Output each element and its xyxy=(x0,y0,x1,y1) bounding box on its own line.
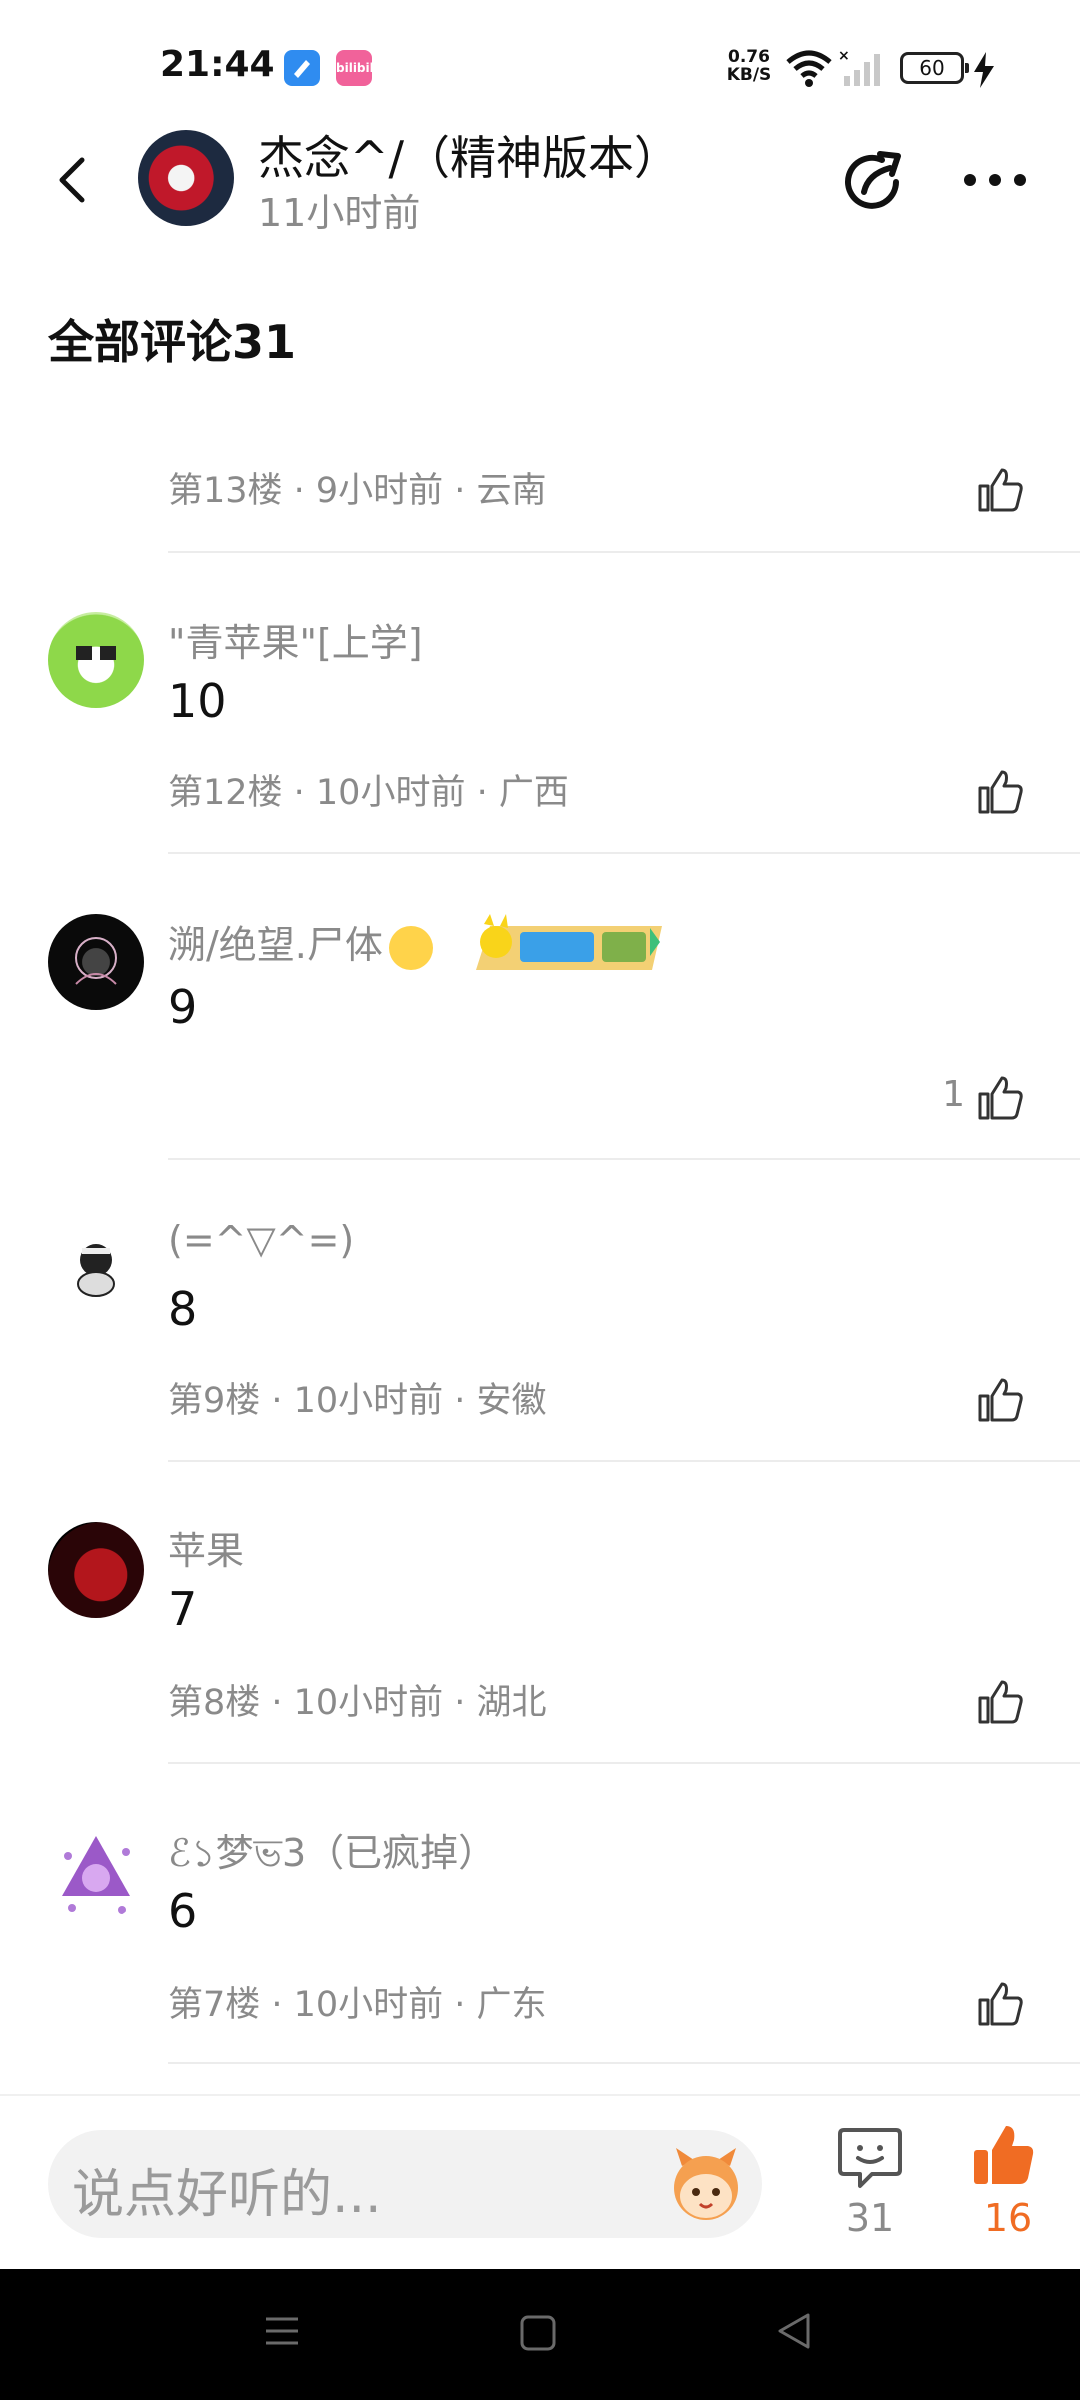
divider xyxy=(168,2062,1080,2064)
commenter-name[interactable]: "青苹果"[上学] xyxy=(168,612,423,667)
author-avatar[interactable] xyxy=(138,130,234,226)
back-triangle-icon xyxy=(778,2313,810,2349)
charging-icon xyxy=(972,50,996,94)
comment-bubble-icon xyxy=(838,2128,902,2188)
like-post-button[interactable] xyxy=(972,2122,1036,2188)
system-navigation-bar xyxy=(0,2269,1080,2400)
commenter-avatar[interactable] xyxy=(48,1224,144,1320)
comment-like-button[interactable] xyxy=(976,464,1026,514)
system-back-button[interactable] xyxy=(774,2311,814,2355)
comment-item: 第13楼 · 9小时前 · 云南 xyxy=(0,440,1080,554)
thumbs-up-icon xyxy=(978,1378,1023,1422)
back-button[interactable] xyxy=(44,150,104,210)
wifi-icon xyxy=(784,48,834,92)
thumbs-up-icon xyxy=(978,1076,1023,1120)
comment-text: 10 xyxy=(168,674,227,728)
recent-apps-button[interactable] xyxy=(262,2311,302,2355)
comment-like-button[interactable] xyxy=(976,1374,1026,1424)
commenter-avatar[interactable] xyxy=(48,914,144,1010)
comment-text: 8 xyxy=(168,1282,198,1336)
comment-like-button[interactable] xyxy=(976,1978,1026,2028)
home-square-icon xyxy=(520,2315,556,2351)
comment-meta: 第13楼 · 9小时前 · 云南 xyxy=(168,471,547,511)
post-header: 杰念^/（精神版本） 11小时前 xyxy=(0,120,1080,240)
commenter-name[interactable]: 苹果 xyxy=(168,1520,244,1575)
comment-count: 31 xyxy=(845,2196,895,2240)
divider xyxy=(168,1158,1080,1160)
comment-text: 7 xyxy=(168,1582,198,1636)
status-bar: 21:44 bilibili 0.76 KB/S × 60 xyxy=(0,0,1080,130)
svg-text:×: × xyxy=(838,48,850,64)
comment-like-button[interactable] xyxy=(976,1072,1026,1122)
comment-item: "青苹果"[上学] 10 第12楼 · 10小时前 · 广西 xyxy=(0,604,1080,854)
comment-meta: 第8楼 · 10小时前 · 湖北 xyxy=(168,1683,547,1723)
commenter-avatar[interactable] xyxy=(48,1826,144,1922)
network-speed: 0.76 KB/S xyxy=(726,47,772,85)
comment-meta: 第7楼 · 10小时前 · 广东 xyxy=(168,1985,547,2025)
comment-input-placeholder: 说点好听的... xyxy=(72,2165,382,2225)
bilibili-icon: bilibili xyxy=(336,50,378,86)
comment-item: 溯/绝望.尸体 9 1 xyxy=(0,908,1080,1160)
comment-like-button[interactable] xyxy=(976,1676,1026,1726)
commenter-avatar[interactable] xyxy=(48,1522,144,1618)
thumbs-up-icon xyxy=(974,2126,1034,2184)
pokemon-badge[interactable] xyxy=(466,912,670,976)
thumbs-up-icon xyxy=(978,1680,1023,1724)
like-count: 16 xyxy=(983,2196,1033,2240)
more-icon xyxy=(964,174,1026,186)
smiling-halo-emoji-icon xyxy=(388,925,433,970)
commenter-name[interactable]: (=^▽^=) xyxy=(168,1218,354,1262)
comment-item: 苹果 7 第8楼 · 10小时前 · 湖北 xyxy=(0,1512,1080,1764)
back-arrow-icon xyxy=(59,157,85,203)
comment-button[interactable] xyxy=(836,2124,904,2194)
post-time: 11小时前 xyxy=(258,191,421,235)
comment-text: 6 xyxy=(168,1884,198,1938)
emoji-button[interactable] xyxy=(664,2144,748,2224)
menu-icon xyxy=(266,2317,298,2345)
divider xyxy=(168,852,1080,854)
commenter-avatar[interactable] xyxy=(48,612,144,708)
comment-like-count: 1 xyxy=(942,1074,965,1115)
commenter-name[interactable]: 溯/绝望.尸体 xyxy=(168,914,433,970)
status-time: 21:44 xyxy=(160,44,275,85)
home-button[interactable] xyxy=(518,2313,558,2357)
comment-item: ℰ১梦ভ3（已疯掉） 6 第7楼 · 10小时前 · 广东 xyxy=(0,1814,1080,2064)
comment-meta: 第9楼 · 10小时前 · 安徽 xyxy=(168,1381,547,1421)
comment-like-button[interactable] xyxy=(976,766,1026,816)
divider xyxy=(168,551,1080,553)
comment-meta: 第12楼 · 10小时前 · 广西 xyxy=(168,773,569,813)
comment-item: (=^▽^=) 8 第9楼 · 10小时前 · 安徽 xyxy=(0,1210,1080,1462)
share-icon xyxy=(845,151,901,209)
comment-text: 9 xyxy=(168,980,198,1034)
thumbs-up-icon xyxy=(978,468,1023,512)
divider xyxy=(168,1762,1080,1764)
signal-icon: × xyxy=(838,48,888,92)
comment-input[interactable]: 说点好听的... xyxy=(48,2130,762,2238)
thumbs-up-icon xyxy=(978,770,1023,814)
bottom-action-bar: 说点好听的... 31 16 xyxy=(0,2094,1080,2269)
thumbs-up-icon xyxy=(978,1982,1023,2026)
app-notification-icon xyxy=(284,50,320,86)
battery-indicator: 60 xyxy=(900,52,969,84)
more-button[interactable] xyxy=(960,160,1030,200)
commenter-name[interactable]: ℰ১梦ভ3（已疯掉） xyxy=(168,1822,496,1888)
share-button[interactable] xyxy=(840,146,910,216)
emoji-icon xyxy=(674,2148,738,2220)
author-name[interactable]: 杰念^/（精神版本） xyxy=(258,122,680,188)
comments-title: 全部评论31 xyxy=(48,315,297,369)
divider xyxy=(168,1460,1080,1462)
